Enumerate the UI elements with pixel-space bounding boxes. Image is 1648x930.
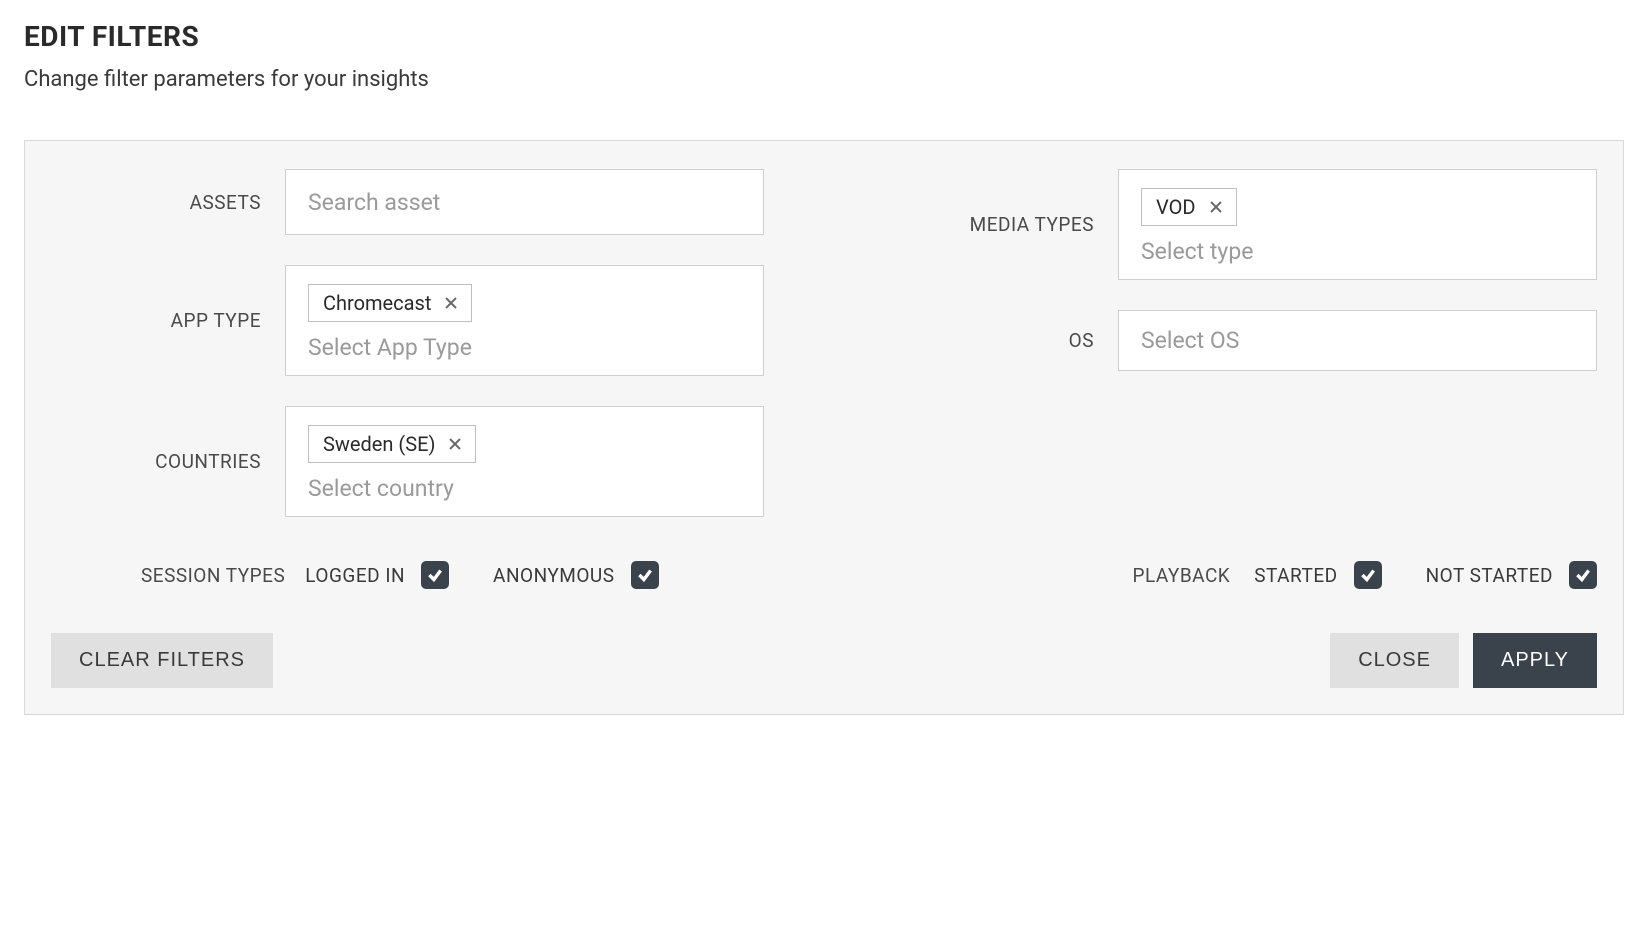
playback-check-started: STARTED	[1254, 561, 1381, 589]
session-types-group: SESSION TYPES LOGGED IN ANONYMOUS	[141, 561, 659, 589]
close-button[interactable]: CLOSE	[1330, 633, 1459, 688]
countries-placeholder[interactable]: Select country	[308, 471, 454, 502]
check-label: ANONYMOUS	[493, 564, 615, 587]
mediatypes-tag-vod: VOD	[1141, 188, 1237, 226]
page-title: EDIT FILTERS	[24, 20, 1624, 53]
actions-row: CLEAR FILTERS CLOSE APPLY	[51, 633, 1597, 688]
assets-label: ASSETS	[51, 191, 261, 214]
mediatypes-multiselect[interactable]: VOD Select type	[1118, 169, 1597, 280]
countries-multiselect[interactable]: Sweden (SE) Select country	[285, 406, 764, 517]
session-types-label: SESSION TYPES	[141, 564, 285, 587]
check-label: LOGGED IN	[305, 564, 405, 587]
clear-filters-button[interactable]: CLEAR FILTERS	[51, 633, 273, 688]
apply-button[interactable]: APPLY	[1473, 633, 1597, 688]
playback-group: PLAYBACK STARTED NOT STARTED	[1132, 561, 1597, 589]
playback-label: PLAYBACK	[1132, 564, 1230, 587]
apptype-placeholder[interactable]: Select App Type	[308, 330, 472, 361]
checkbox-notstarted[interactable]	[1569, 561, 1597, 589]
checkbox-anonymous[interactable]	[631, 561, 659, 589]
checkbox-loggedin[interactable]	[421, 561, 449, 589]
filter-row-apptype: APP TYPE Chromecast Select App Type	[51, 265, 764, 376]
checkbox-started[interactable]	[1354, 561, 1382, 589]
os-multiselect[interactable]: Select OS	[1118, 310, 1597, 371]
filter-row-os: OS Select OS	[884, 310, 1597, 371]
apptype-tag-chromecast: Chromecast	[308, 284, 472, 322]
countries-label: COUNTRIES	[51, 450, 261, 473]
session-check-anonymous: ANONYMOUS	[493, 561, 659, 589]
session-check-loggedin: LOGGED IN	[305, 561, 449, 589]
close-icon[interactable]	[447, 436, 463, 452]
mediatypes-label: MEDIA TYPES	[884, 213, 1094, 236]
apptype-multiselect[interactable]: Chromecast Select App Type	[285, 265, 764, 376]
close-icon[interactable]	[443, 295, 459, 311]
os-placeholder[interactable]: Select OS	[1141, 327, 1239, 354]
mediatypes-placeholder[interactable]: Select type	[1141, 234, 1253, 265]
check-label: STARTED	[1254, 564, 1337, 587]
os-label: OS	[884, 329, 1094, 352]
playback-check-notstarted: NOT STARTED	[1426, 561, 1597, 589]
filter-row-countries: COUNTRIES Sweden (SE) Select country	[51, 406, 764, 517]
tag-label: Chromecast	[323, 291, 431, 315]
filter-row-assets: ASSETS	[51, 169, 764, 235]
apptype-label: APP TYPE	[51, 309, 261, 332]
check-label: NOT STARTED	[1426, 564, 1553, 587]
tag-label: VOD	[1156, 195, 1196, 219]
filters-panel: ASSETS APP TYPE Chromecast	[24, 140, 1624, 715]
countries-tag-sweden: Sweden (SE)	[308, 425, 476, 463]
tag-label: Sweden (SE)	[323, 432, 435, 456]
close-icon[interactable]	[1208, 199, 1224, 215]
filter-row-mediatypes: MEDIA TYPES VOD Select type	[884, 169, 1597, 280]
assets-search-input[interactable]	[285, 169, 764, 235]
page-subtitle: Change filter parameters for your insigh…	[24, 67, 1624, 92]
